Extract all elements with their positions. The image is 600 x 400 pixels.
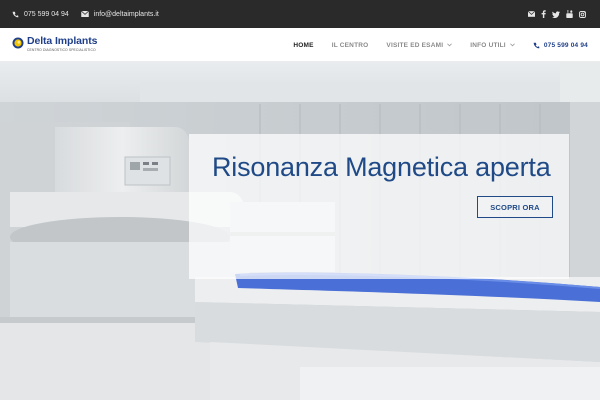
nav-il-centro-label: Il Centro (331, 41, 369, 49)
envelope-icon (80, 11, 89, 17)
logo-name: Delta Implants (27, 35, 98, 47)
nav-visite-ed-esami[interactable]: Visite ed Esami (386, 41, 453, 49)
mail-icon[interactable] (528, 11, 535, 17)
nav-phone-number: 075 599 04 94 (543, 41, 588, 49)
phone-contact[interactable]: 075 599 04 94 (12, 11, 69, 18)
nav-info-utili-label: Info Utili (470, 41, 506, 49)
site-header: Delta Implants Centro diagnostico specia… (0, 28, 600, 62)
top-bar: 075 599 04 94 info@deltaimplants.it (0, 0, 600, 28)
twitter-icon[interactable] (552, 10, 560, 18)
main-nav: Home Il Centro Visite ed Esami Info Util… (293, 28, 588, 62)
hero-slider: Risonanza Magnetica aperta SCOPRI ORA (0, 62, 600, 400)
email-address: info@deltaimplants.it (93, 10, 159, 18)
nav-visite-ed-esami-label: Visite ed Esami (386, 41, 444, 49)
contact-info: 075 599 04 94 info@deltaimplants.it (12, 0, 159, 28)
phone-icon (533, 42, 540, 48)
logo[interactable]: Delta Implants Centro diagnostico specia… (12, 35, 97, 57)
facebook-icon[interactable] (541, 10, 546, 18)
nav-info-utili[interactable]: Info Utili (470, 42, 515, 49)
logo-circle-icon (12, 37, 24, 49)
scopri-ora-button[interactable]: SCOPRI ORA (477, 196, 553, 218)
social-links (528, 0, 586, 28)
nav-phone[interactable]: 075 599 04 94 (533, 42, 588, 49)
nav-il-centro[interactable]: Il Centro (332, 42, 369, 49)
chevron-down-icon (447, 43, 453, 47)
nav-home[interactable]: Home (293, 42, 313, 49)
phone-icon (12, 11, 19, 17)
youtube-icon[interactable] (566, 10, 573, 18)
instagram-icon[interactable] (579, 10, 586, 18)
phone-number: 075 599 04 94 (24, 10, 69, 18)
logo-tagline: Centro diagnostico specialistico (27, 48, 96, 52)
email-contact[interactable]: info@deltaimplants.it (80, 10, 159, 18)
hero-headline: Risonanza Magnetica aperta (212, 152, 551, 182)
chevron-down-icon (509, 43, 515, 47)
nav-home-label: Home (293, 41, 314, 49)
